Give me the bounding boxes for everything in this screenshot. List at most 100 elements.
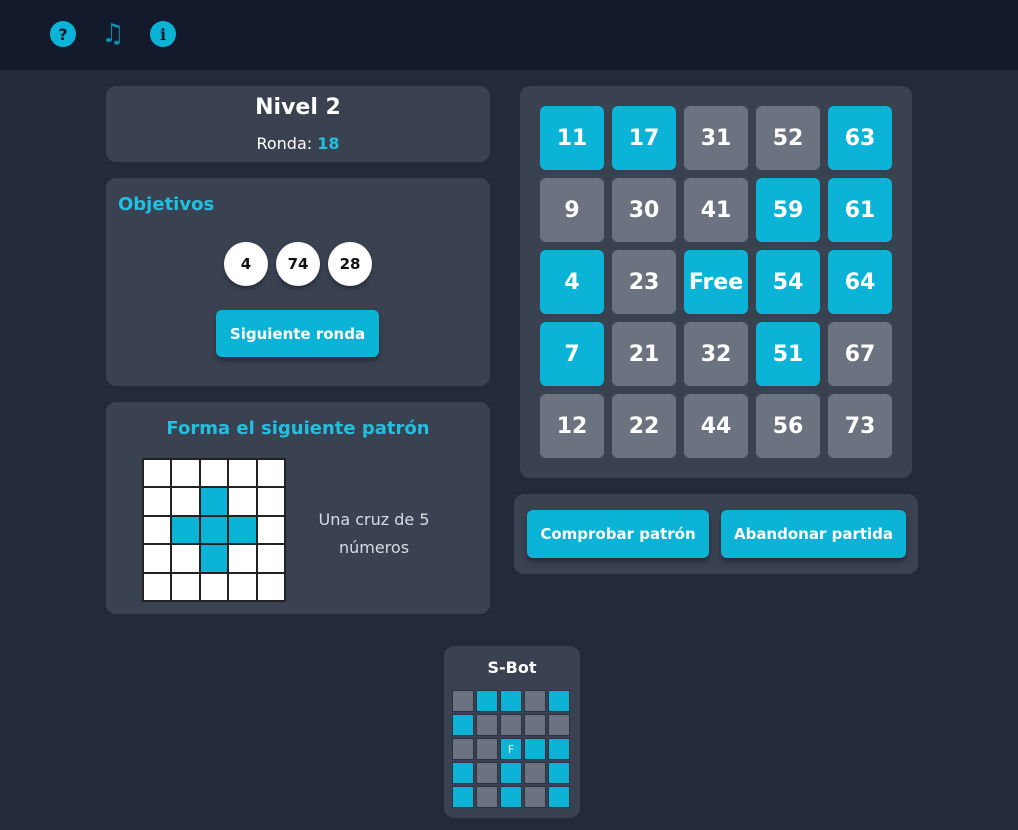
board-cell[interactable]: 22 [612, 394, 676, 458]
help-button[interactable]: ? [49, 20, 77, 48]
sbot-cell: F [500, 738, 522, 760]
pattern-cell [199, 515, 229, 545]
sbot-cell [524, 738, 546, 760]
sbot-cell [524, 786, 546, 808]
pattern-cell [228, 459, 257, 488]
board-cell[interactable]: 7 [540, 322, 604, 386]
sbot-cell [500, 786, 522, 808]
sbot-cell [476, 690, 498, 712]
pattern-cell [199, 487, 229, 516]
objectives-title: Objetivos [118, 194, 215, 215]
board-cell[interactable]: 30 [612, 178, 676, 242]
pattern-panel: Forma el siguiente patrón Una cruz de 5 … [106, 402, 490, 614]
board-cell[interactable]: 54 [756, 250, 820, 314]
pattern-cell [143, 572, 172, 601]
sbot-cell [548, 714, 570, 736]
actions-panel: Comprobar patrón Abandonar partida [514, 494, 918, 574]
sbot-cell [452, 762, 474, 784]
board-cell[interactable]: 64 [828, 250, 892, 314]
board-cell[interactable]: 63 [828, 106, 892, 170]
sbot-cell [524, 762, 546, 784]
quit-game-button[interactable]: Abandonar partida [721, 510, 906, 558]
pattern-grid [142, 458, 286, 602]
pattern-cell [143, 459, 172, 488]
sbot-cell [476, 762, 498, 784]
board-cell[interactable]: 4 [540, 250, 604, 314]
objective-ball: 4 [224, 242, 268, 286]
next-round-button[interactable]: Siguiente ronda [216, 310, 379, 357]
pattern-cell [143, 515, 172, 545]
pattern-cell [199, 572, 229, 601]
round-value: 18 [317, 134, 340, 153]
pattern-cell [143, 544, 172, 573]
pattern-title: Forma el siguiente patrón [166, 418, 430, 439]
music-note-icon: ♫ [101, 19, 125, 49]
board-cell[interactable]: 56 [756, 394, 820, 458]
music-button[interactable]: ♫ [99, 20, 127, 48]
board-cell[interactable]: 51 [756, 322, 820, 386]
board-cell[interactable]: 73 [828, 394, 892, 458]
board-cell[interactable]: 21 [612, 322, 676, 386]
level-panel: Nivel 2 Ronda: 18 [106, 86, 490, 162]
round-indicator: Ronda: 18 [106, 134, 490, 153]
level-title: Nivel 2 [255, 95, 341, 120]
sbot-cell [452, 786, 474, 808]
board-cell[interactable]: 59 [756, 178, 820, 242]
pattern-cell [256, 459, 285, 488]
bingo-board: 11 17 31 52 63 9 30 41 59 61 4 23 Free 54 64 7 21 32 51 67 1… [540, 106, 892, 458]
pattern-cell [256, 515, 285, 545]
board-cell[interactable]: 44 [684, 394, 748, 458]
board-cell[interactable]: 12 [540, 394, 604, 458]
board-cell[interactable]: 52 [756, 106, 820, 170]
sbot-cell [452, 690, 474, 712]
objective-ball: 74 [276, 242, 320, 286]
question-circle-icon: ? [50, 21, 76, 47]
sbot-cell [548, 690, 570, 712]
sbot-cell [524, 714, 546, 736]
pattern-cell [171, 487, 200, 516]
pattern-cell [199, 544, 229, 573]
board-cell[interactable]: 32 [684, 322, 748, 386]
objective-ball: 28 [328, 242, 372, 286]
pattern-cell [171, 572, 200, 601]
sbot-cell [500, 714, 522, 736]
sbot-cell [476, 738, 498, 760]
pattern-cell [228, 572, 257, 601]
sbot-cell [548, 786, 570, 808]
sbot-cell [476, 714, 498, 736]
pattern-cell [143, 487, 172, 516]
pattern-cell [228, 487, 257, 516]
objectives-panel: Objetivos 4 74 28 Siguiente ronda [106, 178, 490, 386]
board-cell[interactable]: 61 [828, 178, 892, 242]
board-cell[interactable]: 17 [612, 106, 676, 170]
pattern-cell [171, 544, 200, 573]
pattern-cell [256, 487, 285, 516]
board-cell[interactable]: 11 [540, 106, 604, 170]
board-cell[interactable]: 67 [828, 322, 892, 386]
pattern-cell [199, 459, 229, 488]
sbot-cell [452, 714, 474, 736]
pattern-cell [256, 572, 285, 601]
pattern-cell [256, 544, 285, 573]
sbot-cell [476, 786, 498, 808]
sbot-title: S-Bot [487, 658, 537, 677]
sbot-cell [548, 762, 570, 784]
sbot-cell [524, 690, 546, 712]
board-cell[interactable]: Free [684, 250, 748, 314]
sbot-board: F [452, 690, 570, 808]
info-circle-icon: i [150, 21, 176, 47]
top-bar: ? ♫ i [0, 0, 1018, 70]
sbot-cell [500, 690, 522, 712]
info-button[interactable]: i [149, 20, 177, 48]
round-label: Ronda: [256, 134, 313, 153]
sbot-panel: S-Bot F [444, 646, 580, 818]
check-pattern-button[interactable]: Comprobar patrón [527, 510, 709, 558]
sbot-cell [548, 738, 570, 760]
board-cell[interactable]: 41 [684, 178, 748, 242]
pattern-description: Una cruz de 5 números [318, 510, 430, 557]
board-cell[interactable]: 9 [540, 178, 604, 242]
board-cell[interactable]: 31 [684, 106, 748, 170]
board-cell[interactable]: 23 [612, 250, 676, 314]
pattern-cell [228, 544, 257, 573]
pattern-cell [171, 459, 200, 488]
